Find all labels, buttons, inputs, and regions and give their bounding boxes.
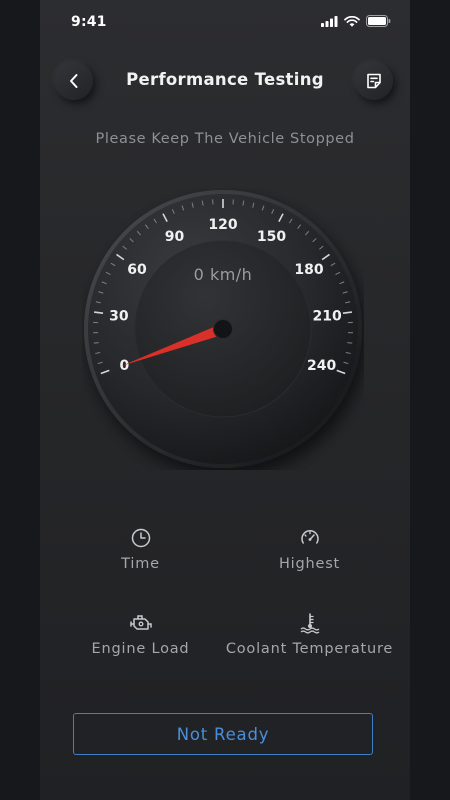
speed-readout: 0 km/h — [194, 265, 253, 284]
not-ready-button[interactable]: Not Ready — [73, 713, 373, 755]
gauge-tick-label: 30 — [109, 308, 129, 324]
speedometer-icon — [300, 530, 319, 544]
gauge-tick-label: 120 — [208, 217, 237, 233]
metric-coolant-temperature: Coolant Temperature — [217, 611, 402, 657]
speedometer-gauge: 0 30 60 90 120 150 180 210 240 0 km/h — [84, 190, 362, 468]
battery-icon — [366, 15, 391, 27]
gauge-minor-tick — [93, 342, 99, 344]
gauge-tick-label: 180 — [294, 262, 323, 278]
gauge-tick-label: 210 — [312, 308, 341, 324]
metric-coolant-label: Coolant Temperature — [225, 641, 394, 657]
report-icon — [367, 73, 381, 89]
metric-time-label: Time — [121, 556, 160, 572]
clock-icon — [131, 528, 150, 548]
status-icons — [321, 15, 391, 27]
status-bar: 9:41 — [40, 0, 410, 44]
status-time: 9:41 — [71, 14, 107, 30]
metric-time: Time — [48, 526, 233, 572]
metric-highest-label: Highest — [278, 556, 341, 572]
metric-engine-load-label: Engine Load — [91, 641, 190, 657]
report-button[interactable] — [355, 62, 393, 100]
gauge-tick-label: 90 — [165, 229, 185, 245]
gauge-tick-label: 60 — [127, 262, 147, 278]
coolant-temperature-icon — [300, 613, 319, 634]
gauge-tick-label: 240 — [307, 358, 336, 374]
wifi-icon — [344, 15, 360, 27]
signal-icon — [321, 15, 338, 27]
metric-highest: Highest — [217, 526, 402, 572]
gauge-tick-label: 150 — [257, 229, 286, 245]
metric-engine-load: Engine Load — [48, 611, 233, 657]
needle-hub — [213, 319, 233, 339]
screen: 9:41 Performance Testing Please Keep The… — [40, 0, 410, 800]
instruction-text: Please Keep The Vehicle Stopped — [95, 131, 355, 147]
engine-icon — [129, 615, 152, 630]
gauge-tick-label: 0 — [119, 358, 129, 374]
gauge-minor-tick — [347, 342, 353, 344]
